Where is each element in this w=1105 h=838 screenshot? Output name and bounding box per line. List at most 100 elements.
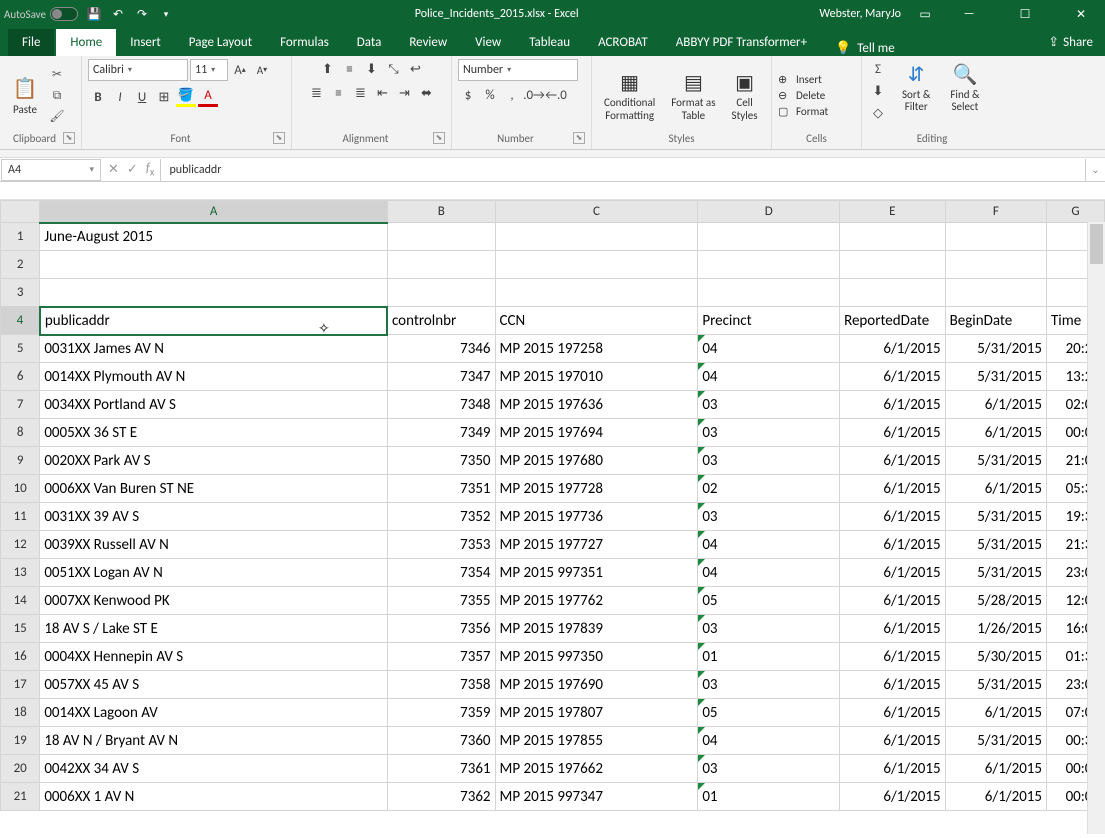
cell[interactable]: 05 [698, 587, 840, 615]
align-bottom-icon[interactable]: ⬇ [362, 59, 382, 79]
cell[interactable]: 03 [698, 615, 840, 643]
align-middle-icon[interactable]: ≡ [340, 59, 360, 79]
cell[interactable]: 0031XX James AV N [40, 335, 388, 363]
tab-review[interactable]: Review [395, 29, 461, 56]
fill-icon[interactable]: ⬇ [868, 81, 888, 101]
cell[interactable] [387, 223, 495, 251]
row-header[interactable]: 20 [1, 755, 40, 783]
cell[interactable] [387, 279, 495, 307]
cell[interactable]: 5/31/2015 [945, 671, 1046, 699]
row-header[interactable]: 10 [1, 475, 40, 503]
cell[interactable] [840, 251, 946, 279]
select-all-corner[interactable] [1, 201, 40, 223]
save-icon[interactable]: 💾 [86, 6, 102, 22]
cell[interactable]: 6/1/2015 [840, 615, 946, 643]
cell[interactable]: 5/31/2015 [945, 363, 1046, 391]
row-header[interactable]: 21 [1, 783, 40, 811]
column-header[interactable]: E [840, 201, 946, 223]
fx-icon[interactable]: fx [146, 161, 155, 179]
align-left-icon[interactable]: ≣ [307, 83, 327, 103]
format-painter-icon[interactable]: 🖌 [48, 108, 66, 126]
cell[interactable]: 18 AV S / Lake ST E [40, 615, 388, 643]
row-header[interactable]: 4 [1, 307, 40, 335]
user-name[interactable]: Webster, MaryJo [819, 7, 901, 21]
bold-button[interactable]: B [88, 87, 108, 107]
cell[interactable]: 0031XX 39 AV S [40, 503, 388, 531]
cell[interactable]: 6/1/2015 [840, 475, 946, 503]
cell[interactable]: 7361 [387, 755, 495, 783]
cell[interactable]: MP 2015 197727 [495, 531, 698, 559]
tab-insert[interactable]: Insert [116, 29, 175, 56]
cell[interactable]: 6/1/2015 [840, 559, 946, 587]
cell[interactable]: MP 2015 197690 [495, 671, 698, 699]
delete-cells-button[interactable]: ⊖Delete [778, 89, 828, 103]
cell[interactable]: MP 2015 197839 [495, 615, 698, 643]
cell[interactable]: 6/1/2015 [840, 447, 946, 475]
increase-decimal-icon[interactable]: .0→ [524, 85, 544, 105]
cell[interactable]: 6/1/2015 [840, 783, 946, 811]
cell[interactable]: MP 2015 997350 [495, 643, 698, 671]
cell[interactable] [945, 223, 1046, 251]
cell[interactable]: MP 2015 197636 [495, 391, 698, 419]
tab-acrobat[interactable]: ACROBAT [584, 29, 662, 56]
cell[interactable] [40, 251, 388, 279]
row-header[interactable]: 13 [1, 559, 40, 587]
row-header[interactable]: 17 [1, 671, 40, 699]
scrollbar-thumb[interactable] [1090, 224, 1103, 264]
cell[interactable]: 6/1/2015 [945, 391, 1046, 419]
cell[interactable]: MP 2015 197807 [495, 699, 698, 727]
cell[interactable] [495, 279, 698, 307]
cell[interactable] [840, 279, 946, 307]
clipboard-dialog-launcher[interactable]: ⬊ [63, 132, 75, 144]
cell[interactable]: publicaddr [40, 307, 388, 335]
row-header[interactable]: 6 [1, 363, 40, 391]
row-header[interactable]: 18 [1, 699, 40, 727]
increase-indent-icon[interactable]: ⇥ [395, 83, 415, 103]
ribbon-display-icon[interactable]: ▭ [917, 6, 933, 22]
format-as-table-button[interactable]: ▤Format as Table [665, 67, 721, 123]
alignment-dialog-launcher[interactable]: ⬊ [433, 132, 445, 144]
cell[interactable]: 03 [698, 755, 840, 783]
paste-button[interactable]: 📋 Paste [6, 73, 44, 118]
cell[interactable]: 0004XX Hennepin AV S [40, 643, 388, 671]
column-header[interactable]: D [698, 201, 840, 223]
cell[interactable]: 03 [698, 671, 840, 699]
close-button[interactable]: ✕ [1061, 0, 1101, 28]
row-header[interactable]: 16 [1, 643, 40, 671]
row-header[interactable]: 9 [1, 447, 40, 475]
cell[interactable]: 6/1/2015 [945, 755, 1046, 783]
cell[interactable]: 6/1/2015 [840, 671, 946, 699]
cell[interactable]: 0034XX Portland AV S [40, 391, 388, 419]
italic-button[interactable]: I [110, 87, 130, 107]
cell[interactable]: 0014XX Lagoon AV [40, 699, 388, 727]
font-color-button[interactable]: A [198, 87, 218, 107]
cell[interactable]: 7357 [387, 643, 495, 671]
cancel-formula-icon[interactable]: ✕ [108, 162, 119, 177]
row-header[interactable]: 12 [1, 531, 40, 559]
cut-icon[interactable]: ✂ [48, 66, 66, 84]
cell[interactable] [495, 251, 698, 279]
shrink-font-icon[interactable]: A▾ [252, 60, 272, 80]
cell[interactable]: CCN [495, 307, 698, 335]
cell[interactable] [698, 279, 840, 307]
row-header[interactable]: 3 [1, 279, 40, 307]
cell[interactable]: 7362 [387, 783, 495, 811]
cell[interactable]: 03 [698, 391, 840, 419]
cell[interactable]: 6/1/2015 [945, 699, 1046, 727]
cell[interactable]: 04 [698, 559, 840, 587]
comma-format-icon[interactable]: , [502, 85, 522, 105]
cell[interactable]: MP 2015 197010 [495, 363, 698, 391]
cell[interactable]: 0006XX Van Buren ST NE [40, 475, 388, 503]
clear-icon[interactable]: ◇ [868, 103, 888, 123]
formula-input[interactable] [161, 161, 1085, 179]
cell[interactable]: 5/31/2015 [945, 335, 1046, 363]
cell[interactable] [945, 251, 1046, 279]
number-dialog-launcher[interactable]: ⬊ [573, 132, 585, 144]
cell[interactable]: 01 [698, 783, 840, 811]
cell[interactable]: 1/26/2015 [945, 615, 1046, 643]
cell[interactable]: 7352 [387, 503, 495, 531]
cell[interactable]: 0039XX Russell AV N [40, 531, 388, 559]
cell[interactable] [698, 251, 840, 279]
cell[interactable]: 6/1/2015 [840, 699, 946, 727]
font-name-combo[interactable]: Calibri▾ [88, 59, 188, 81]
